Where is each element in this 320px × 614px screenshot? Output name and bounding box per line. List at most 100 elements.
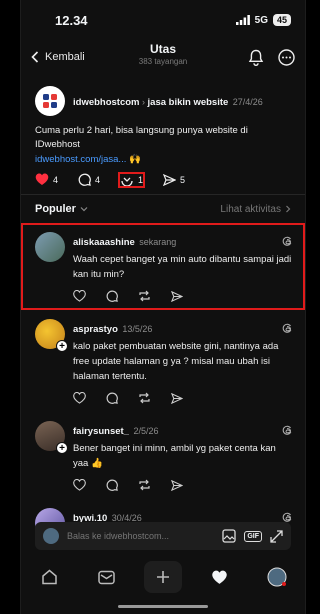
comment-icon[interactable] [106, 290, 118, 302]
reply-actions [73, 290, 293, 302]
repost-icon[interactable] [138, 479, 151, 491]
post-author-line: idwebhostcom › jasa bikin website 27/4/2… [73, 92, 263, 110]
reply-text: Waah cepet banget ya min auto dibantu sa… [73, 254, 292, 280]
heart-icon[interactable] [73, 290, 86, 302]
heart-filled-icon [212, 570, 228, 584]
post-link-emoji: 🙌 [129, 154, 141, 165]
repost-icon[interactable] [138, 392, 151, 404]
follow-plus-icon[interactable]: + [56, 442, 68, 454]
idwebhost-logo[interactable] [35, 86, 65, 116]
threads-icon[interactable] [281, 322, 293, 334]
reply-actions [73, 392, 293, 404]
reply-header: fairysunset_ 2/5/26 [73, 421, 293, 439]
expand-icon[interactable] [270, 529, 283, 543]
send-icon[interactable] [171, 479, 183, 491]
post-date: 27/4/26 [232, 97, 263, 107]
brand-mark-icon [43, 94, 57, 108]
network-label: 5G [254, 14, 268, 26]
reply-header: aliskaaashine sekarang [73, 232, 293, 250]
reply-author-line: asprastyo 13/5/26 [73, 319, 152, 337]
like-button[interactable]: 4 [35, 173, 58, 186]
profile-avatar-icon [267, 567, 287, 587]
like-count: 4 [53, 174, 59, 185]
bottom-nav [21, 560, 305, 594]
reply-text: Bener banget ini minn, ambil yg paket ce… [73, 443, 276, 469]
header-actions [248, 48, 295, 66]
heart-filled-icon [35, 173, 49, 185]
post-username[interactable]: idwebhostcom [73, 97, 140, 108]
reply-username[interactable]: aliskaaashine [73, 237, 135, 248]
follow-plus-icon[interactable]: + [56, 340, 68, 352]
reply-username[interactable]: asprastyo [73, 324, 118, 335]
chevron-left-icon [31, 51, 39, 63]
signal-icon [235, 15, 250, 25]
app-screen: 12.34 5G 45 Kembali Utas 383 tayangan id… [20, 0, 306, 614]
back-label: Kembali [45, 51, 85, 63]
status-bar: 12.34 5G 45 [21, 0, 305, 40]
view-activity-link[interactable]: Lihat aktivitas [220, 204, 291, 215]
send-icon[interactable] [171, 392, 183, 404]
comment-button[interactable]: 4 [78, 173, 100, 186]
reply-item[interactable]: + fairysunset_ 2/5/26 Bener banget ini m… [21, 412, 305, 499]
image-icon[interactable] [222, 529, 236, 543]
back-button[interactable]: Kembali [31, 51, 85, 63]
nav-activity[interactable] [201, 561, 239, 593]
comment-icon[interactable] [106, 392, 118, 404]
post-text: Cuma perlu 2 hari, bisa langsung punya w… [35, 125, 248, 150]
home-icon [42, 569, 57, 585]
post-header: idwebhostcom › jasa bikin website 27/4/2… [35, 86, 291, 116]
reply-actions [73, 479, 293, 491]
reply-time: 13/5/26 [122, 324, 153, 334]
bell-icon[interactable] [248, 49, 264, 66]
reply-item[interactable]: + asprastyo 13/5/26 kalo paket pembuatan… [21, 310, 305, 412]
nav-messages[interactable] [87, 561, 125, 593]
post-topic[interactable]: jasa bikin website [148, 97, 229, 108]
plus-icon [156, 571, 169, 583]
chevron-right-icon [286, 205, 291, 213]
sort-dropdown[interactable]: Populer [35, 203, 88, 215]
comment-icon[interactable] [106, 479, 118, 491]
avatar[interactable] [35, 232, 65, 262]
send-icon[interactable] [171, 290, 183, 302]
repost-count: 1 [138, 174, 144, 185]
view-activity-label: Lihat aktivitas [220, 203, 281, 215]
comment-count: 4 [95, 174, 101, 185]
reply-composer: GIF [35, 522, 291, 550]
reply-username[interactable]: fairysunset_ [73, 426, 129, 437]
reply-body: aliskaaashine sekarang Waah cepet banget… [73, 232, 293, 302]
nav-home[interactable] [30, 561, 68, 593]
nav-create[interactable] [143, 561, 182, 593]
threads-icon[interactable] [281, 424, 293, 436]
reply-author-line: aliskaaashine sekarang [73, 232, 176, 250]
reply-item[interactable]: aliskaaashine sekarang Waah cepet banget… [21, 223, 305, 310]
gif-icon[interactable]: GIF [244, 530, 262, 542]
post-link[interactable]: idwebhost.com/jasa... [35, 154, 126, 165]
inbox-icon [97, 570, 115, 584]
reply-author-line: fairysunset_ 2/5/26 [73, 421, 158, 439]
share-button[interactable]: 5 [163, 173, 185, 186]
threads-icon[interactable] [281, 235, 293, 247]
heart-icon[interactable] [73, 392, 86, 404]
reply-input[interactable] [67, 531, 215, 541]
heart-icon[interactable] [73, 479, 86, 491]
avatar[interactable]: + [35, 319, 68, 352]
reply-body: fairysunset_ 2/5/26 Bener banget ini min… [73, 421, 293, 491]
nav-profile[interactable] [258, 561, 296, 593]
send-icon [163, 173, 177, 186]
reply-body: asprastyo 13/5/26 kalo paket pembuatan w… [73, 319, 293, 404]
reply-time: sekarang [139, 237, 177, 247]
repost-icon[interactable] [138, 290, 151, 302]
repost-icon [121, 177, 133, 186]
topic-separator: › [139, 97, 148, 107]
thread-header: Kembali Utas 383 tayangan [21, 40, 305, 74]
more-options-icon[interactable] [278, 48, 295, 66]
reply-text: kalo paket pembuatan website gini, nanti… [73, 341, 279, 382]
reply-time: 2/5/26 [133, 426, 159, 436]
avatar-small-icon [43, 528, 59, 544]
avatar[interactable]: + [35, 421, 68, 454]
post-actions: 4 4 1 5 [35, 171, 291, 188]
replies-tabbar: Populer Lihat aktivitas [21, 194, 305, 223]
repost-button[interactable]: 1 [118, 171, 146, 188]
comment-icon [78, 173, 91, 186]
post-link-line: idwebhost.com/jasa... 🙌 [35, 154, 291, 165]
